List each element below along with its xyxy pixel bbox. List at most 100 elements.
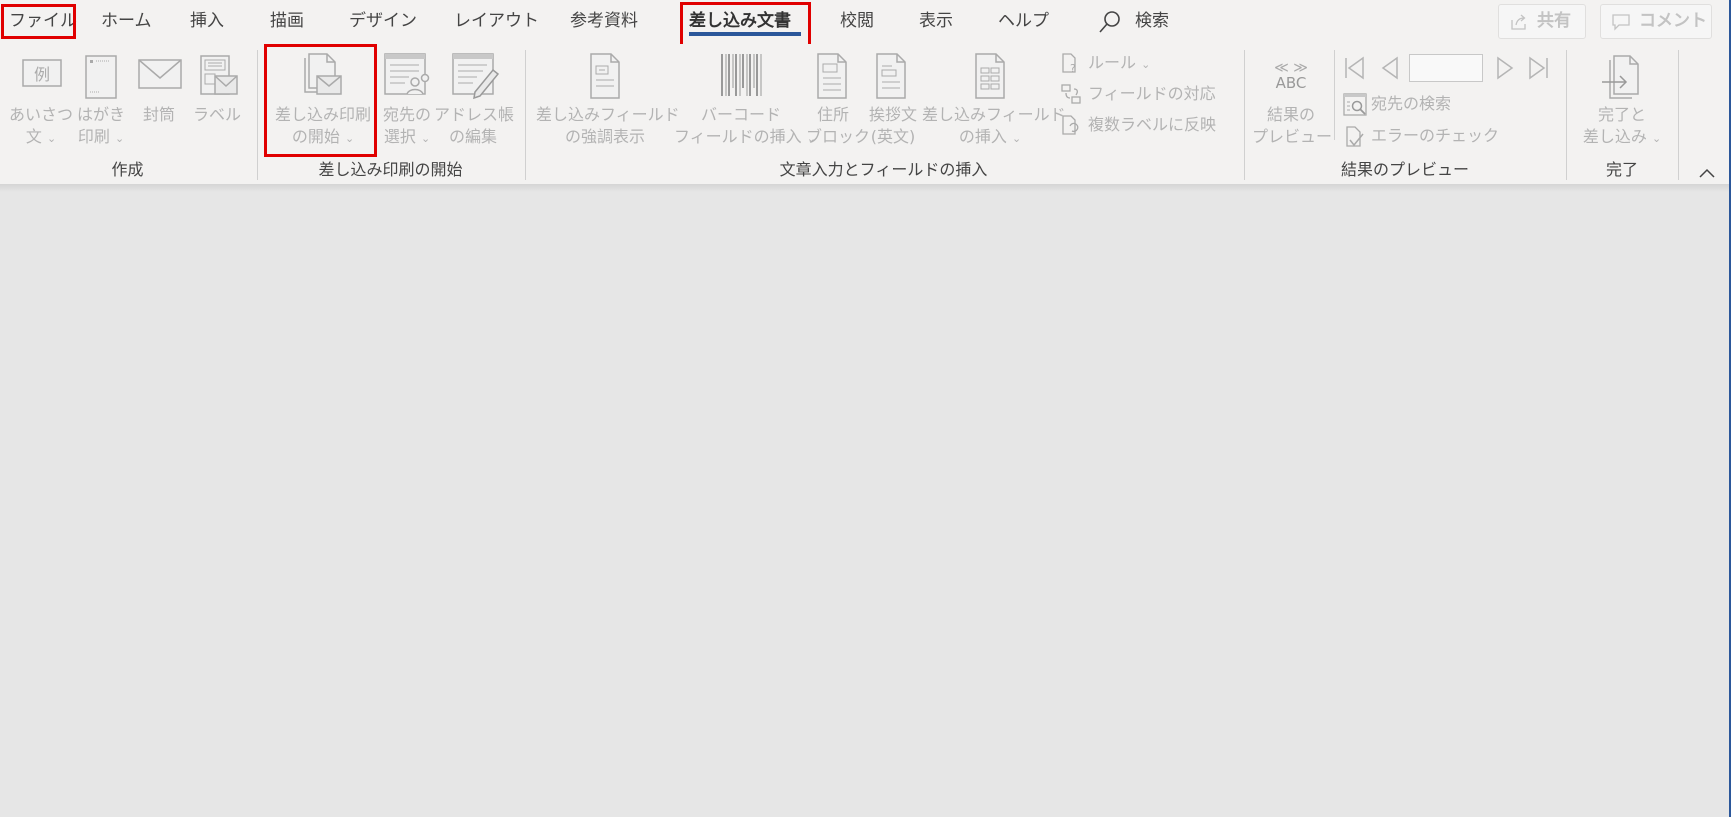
- insert-merge-field-label-1: 差し込みフィールド: [922, 105, 1066, 124]
- tab-draw[interactable]: 描画: [270, 4, 304, 38]
- tab-review[interactable]: 校閲: [840, 4, 874, 38]
- postcard-icon: [85, 55, 117, 99]
- select-recipients-button[interactable]: 宛先の 選択 ⌄: [378, 48, 436, 150]
- group-label-finish: 完了: [1605, 160, 1638, 179]
- update-labels-button[interactable]: 複数ラベルに反映: [1060, 112, 1216, 138]
- tab-bar: ファイル ホーム 挿入 描画 デザイン レイアウト 参考資料 差し込み文書 校閲…: [0, 0, 1729, 49]
- group-separator: [1678, 50, 1679, 180]
- select-recipients-label-2: 選択: [383, 127, 416, 146]
- rules-label: ルール: [1088, 53, 1137, 72]
- chevron-down-icon: ⌄: [1141, 58, 1151, 71]
- greeting-line-icon: [876, 53, 906, 99]
- chevron-down-icon: ⌄: [1011, 132, 1022, 145]
- greeting-line-label-2: (英文): [870, 127, 916, 146]
- label-icon: [200, 55, 238, 95]
- barcode-field-button[interactable]: バーコード フィールドの挿入 ⌄: [674, 48, 816, 150]
- highlight-box-file: [1, 4, 76, 39]
- address-block-button[interactable]: 住所 ブロック: [806, 48, 871, 148]
- group-label-create: 作成: [111, 160, 144, 179]
- highlight-box-mailings: [680, 2, 811, 49]
- select-recipients-icon: [384, 53, 430, 95]
- insert-merge-field-button[interactable]: 差し込みフィールド の挿入 ⌄: [922, 48, 1066, 150]
- edit-recipient-list-icon: [452, 53, 500, 100]
- edit-recipient-list-label-2: の編集: [448, 127, 497, 146]
- svg-text:?: ?: [1070, 62, 1076, 74]
- envelope-label: 封筒: [142, 105, 175, 124]
- finish-merge-label-2: 差し込み: [1582, 127, 1647, 146]
- highlight-merge-fields-button[interactable]: 差し込みフィールド の強調表示: [536, 48, 680, 148]
- label-button[interactable]: ラベル: [188, 48, 246, 126]
- label-label: ラベル: [192, 105, 241, 124]
- share-button[interactable]: 共有: [1498, 4, 1586, 39]
- search-icon[interactable]: [1098, 10, 1122, 34]
- next-record-icon[interactable]: [1490, 54, 1518, 82]
- edit-recipient-list-button[interactable]: アドレス帳 の編集: [434, 48, 515, 148]
- find-recipient-icon: [1343, 93, 1367, 116]
- postcard-print-button[interactable]: はがき 印刷 ⌄: [72, 48, 130, 150]
- tab-view[interactable]: 表示: [919, 4, 953, 38]
- greeting-letter-label-1: あいさつ: [8, 105, 73, 124]
- chevron-down-icon: ⌄: [114, 132, 125, 145]
- ribbon-shadow: [0, 184, 1729, 192]
- share-label: 共有: [1537, 11, 1571, 31]
- group-label-start-merge: 差し込み印刷の開始: [318, 160, 463, 179]
- highlight-box-start-mail-merge: [264, 44, 377, 157]
- match-fields-icon: [1061, 84, 1081, 104]
- find-recipient-button[interactable]: 宛先の検索: [1343, 91, 1451, 117]
- chevron-down-icon: ⌄: [1651, 132, 1662, 145]
- barcode-field-label-1: バーコード: [700, 105, 781, 124]
- search-label[interactable]: 検索: [1135, 4, 1169, 38]
- comment-label: コメント: [1639, 11, 1707, 31]
- match-fields-label: フィールドの対応: [1088, 84, 1216, 103]
- find-recipient-label: 宛先の検索: [1371, 94, 1452, 113]
- greeting-line-label-1: 挨拶文: [868, 105, 917, 124]
- greeting-letter-button[interactable]: 例 あいさつ 文 ⌄: [8, 48, 74, 150]
- highlight-merge-fields-label-2: の強調表示: [564, 127, 645, 146]
- rules-icon: ?: [1062, 53, 1076, 74]
- first-record-icon[interactable]: [1341, 54, 1369, 82]
- group-label-write-insert: 文章入力とフィールドの挿入: [779, 160, 988, 179]
- tab-design[interactable]: デザイン: [349, 4, 417, 38]
- match-fields-button[interactable]: フィールドの対応: [1060, 81, 1216, 107]
- finish-merge-button[interactable]: 完了と 差し込み ⌄: [1574, 48, 1670, 150]
- barcode-field-label-2: フィールドの挿入: [674, 127, 802, 146]
- address-block-icon: [817, 53, 847, 99]
- chevron-down-icon: ⌄: [420, 132, 431, 145]
- postcard-print-label-1: はがき: [76, 105, 125, 124]
- chevron-down-icon: ⌄: [46, 132, 57, 145]
- tab-insert[interactable]: 挿入: [190, 4, 224, 38]
- tab-help[interactable]: ヘルプ: [998, 4, 1049, 38]
- highlight-merge-fields-label-1: 差し込みフィールド: [536, 105, 680, 124]
- share-icon: [1511, 14, 1526, 30]
- postcard-print-label-2: 印刷: [77, 127, 110, 146]
- select-recipients-label-1: 宛先の: [382, 105, 431, 124]
- group-label-preview: 結果のプレビュー: [1340, 160, 1469, 179]
- last-record-icon[interactable]: [1524, 54, 1552, 82]
- envelope-icon: [138, 59, 182, 89]
- update-labels-icon: [1062, 115, 1079, 135]
- previous-record-icon[interactable]: [1377, 54, 1405, 82]
- document-canvas: [0, 192, 1729, 817]
- inner-separator: [1334, 50, 1335, 140]
- address-block-label-1: 住所: [816, 105, 849, 124]
- check-errors-label: エラーのチェック: [1371, 126, 1500, 145]
- comment-button[interactable]: コメント: [1600, 4, 1712, 39]
- address-block-label-2: ブロック: [806, 127, 871, 146]
- greeting-line-button[interactable]: 挨拶文 (英文): [864, 48, 922, 148]
- insert-merge-field-icon: [975, 53, 1005, 99]
- preview-results-label-2: プレビュー: [1252, 127, 1333, 146]
- tab-home[interactable]: ホーム: [101, 4, 152, 38]
- tab-references[interactable]: 参考資料: [570, 4, 638, 38]
- envelope-button[interactable]: 封筒: [132, 48, 186, 126]
- tab-layout[interactable]: レイアウト: [454, 4, 539, 38]
- finish-merge-icon: [1602, 55, 1639, 99]
- record-number-input[interactable]: [1409, 54, 1483, 82]
- greeting-example-icon-text: 例: [34, 65, 50, 84]
- preview-results-button[interactable]: ≪ ≫ ABC 結果の プレビュー: [1252, 48, 1333, 148]
- collapse-ribbon-icon[interactable]: [1697, 166, 1717, 180]
- rules-button[interactable]: ? ルール ⌄: [1060, 50, 1150, 76]
- update-labels-label: 複数ラベルに反映: [1088, 115, 1217, 134]
- greeting-example-icon: 例: [22, 59, 62, 87]
- check-errors-button[interactable]: エラーのチェック: [1343, 123, 1499, 149]
- edit-recipient-list-label-1: アドレス帳: [434, 105, 515, 124]
